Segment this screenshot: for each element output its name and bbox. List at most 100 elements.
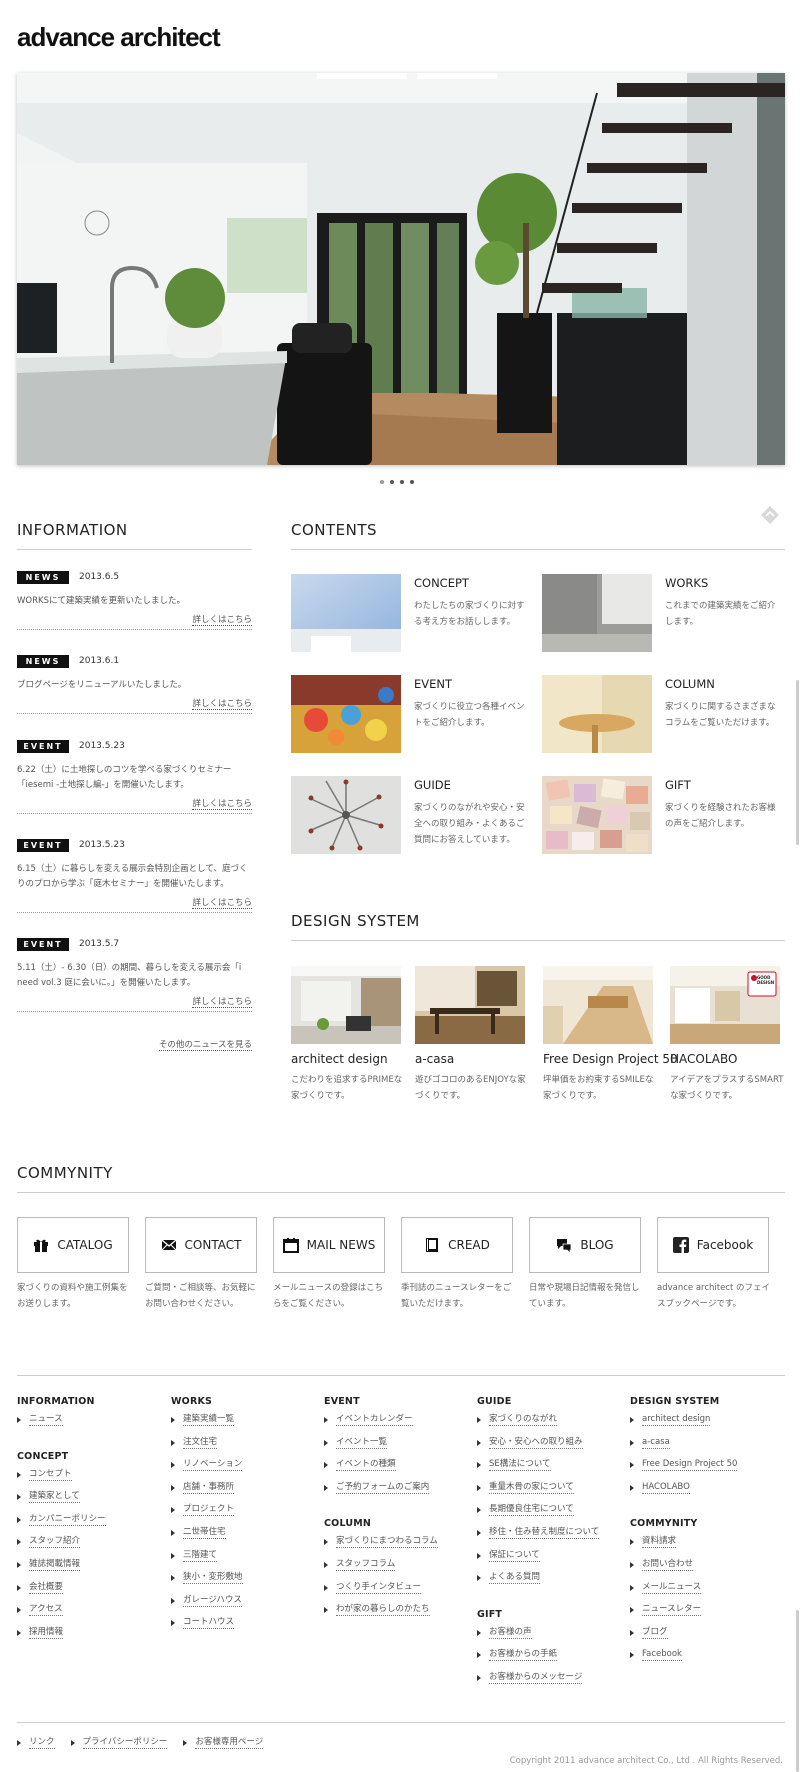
slider-dots[interactable]: [380, 480, 414, 484]
slider-dot[interactable]: [390, 480, 394, 484]
works-thumbnail[interactable]: [542, 574, 652, 652]
slider-dot[interactable]: [380, 480, 384, 484]
design-title[interactable]: architect design: [291, 1052, 388, 1066]
footer-link[interactable]: ニュースレター: [642, 1604, 702, 1617]
footer-link[interactable]: 安心・安心への取り組み: [489, 1437, 583, 1449]
footer-link[interactable]: コンセプト: [29, 1469, 72, 1481]
footer-link[interactable]: Free Design Project 50: [642, 1459, 738, 1472]
page-top-icon[interactable]: [760, 505, 780, 525]
footer-link[interactable]: 建築家として: [29, 1491, 80, 1504]
footer-bottom-link[interactable]: プライバシーポリシー: [82, 1737, 168, 1749]
footer-link[interactable]: Facebook: [642, 1649, 682, 1662]
footer-link[interactable]: 家づくりのながれ: [489, 1414, 558, 1426]
scrollbar-thumb[interactable]: [796, 1610, 799, 1772]
hacolabo-thumbnail[interactable]: GOOD DESIGN: [670, 966, 780, 1044]
footer-link[interactable]: メールニュース: [642, 1582, 702, 1594]
blog-button[interactable]: BLOG: [529, 1217, 641, 1273]
column-thumbnail[interactable]: [542, 675, 652, 753]
footer-bottom-link[interactable]: お客様専用ページ: [195, 1737, 264, 1749]
scrollbar-thumb[interactable]: [796, 680, 799, 845]
footer-link[interactable]: わが家の暮らしのかたち: [336, 1604, 430, 1617]
footer-link[interactable]: 重量木骨の家について: [489, 1482, 574, 1494]
concept-thumbnail[interactable]: [291, 574, 401, 652]
footer-link[interactable]: a-casa: [642, 1437, 670, 1449]
footer-heading[interactable]: EVENT: [324, 1396, 438, 1407]
footer-link[interactable]: リノベーション: [183, 1459, 243, 1472]
content-title-works[interactable]: WORKS: [665, 576, 708, 590]
footer-link[interactable]: ニュース: [29, 1414, 63, 1426]
footer-link[interactable]: ご予約フォームのご案内: [336, 1482, 430, 1494]
footer-link[interactable]: スタッフコラム: [336, 1559, 396, 1571]
footer-bottom-link[interactable]: リンク: [29, 1737, 55, 1749]
content-title-event[interactable]: EVENT: [414, 677, 452, 691]
hero-slider[interactable]: [17, 73, 785, 465]
news-more-link[interactable]: 詳しくはこちら: [192, 699, 252, 710]
footer-link[interactable]: HACOLABO: [642, 1482, 690, 1494]
content-title-gift[interactable]: GIFT: [665, 778, 691, 792]
footer-link[interactable]: 建築実績一覧: [183, 1414, 235, 1426]
footer-heading[interactable]: GUIDE: [477, 1396, 599, 1407]
footer-link[interactable]: 二世帯住宅: [183, 1527, 226, 1539]
footer-link[interactable]: SE構法について: [489, 1459, 551, 1472]
free-design-project-thumbnail[interactable]: [543, 966, 653, 1044]
mail-news-button[interactable]: MAIL NEWS: [273, 1217, 385, 1273]
design-title[interactable]: Free Design Project 50: [543, 1052, 678, 1066]
news-more-link[interactable]: 詳しくはこちら: [192, 799, 252, 810]
content-title-column[interactable]: COLUMN: [665, 677, 715, 691]
footer-link[interactable]: お客様の声: [489, 1627, 532, 1639]
news-more-link[interactable]: 詳しくはこちら: [192, 997, 252, 1008]
footer-link[interactable]: 注文住宅: [183, 1437, 218, 1449]
news-more-link[interactable]: 詳しくはこちら: [192, 615, 252, 626]
footer-link[interactable]: イベントの種類: [336, 1459, 396, 1472]
footer-link[interactable]: 店舗・事務所: [183, 1482, 235, 1494]
footer-link[interactable]: イベントカレンダー: [336, 1414, 413, 1426]
footer-link[interactable]: ガレージハウス: [183, 1595, 242, 1607]
catalog-button[interactable]: CATALOG: [17, 1217, 129, 1273]
footer-heading[interactable]: WORKS: [171, 1396, 243, 1407]
footer-link[interactable]: architect design: [642, 1414, 711, 1426]
footer-link[interactable]: アクセス: [29, 1604, 63, 1617]
footer-link[interactable]: 採用情報: [29, 1627, 64, 1639]
slider-dot[interactable]: [400, 480, 404, 484]
footer-link[interactable]: 移住・住み替え制度について: [489, 1527, 600, 1539]
footer-link[interactable]: 保証について: [489, 1550, 540, 1562]
footer-link[interactable]: 資料請求: [642, 1536, 677, 1549]
content-title-concept[interactable]: CONCEPT: [414, 576, 469, 590]
footer-link[interactable]: 雑誌掲載情報: [29, 1559, 81, 1571]
news-more-link[interactable]: 詳しくはこちら: [192, 898, 252, 909]
footer-link[interactable]: お問い合わせ: [642, 1559, 694, 1571]
footer-link[interactable]: コートハウス: [183, 1617, 235, 1630]
event-thumbnail[interactable]: [291, 675, 401, 753]
footer-link[interactable]: スタッフ紹介: [29, 1536, 81, 1549]
slider-dot[interactable]: [410, 480, 414, 484]
footer-link[interactable]: よくある質問: [489, 1572, 541, 1585]
footer-link[interactable]: つくり手インタビュー: [336, 1582, 422, 1594]
footer-link[interactable]: カンパニーポリシー: [29, 1514, 106, 1526]
footer-link[interactable]: 家づくりにまつわるコラム: [336, 1536, 438, 1549]
footer-link[interactable]: 三階建て: [183, 1550, 218, 1562]
contact-button[interactable]: CONTACT: [145, 1217, 257, 1273]
footer-heading[interactable]: DESIGN SYSTEM: [630, 1396, 737, 1407]
footer-link[interactable]: 会社概要: [29, 1582, 64, 1594]
more-news-link[interactable]: その他のニュースを見る: [158, 1040, 252, 1051]
footer-heading[interactable]: CONCEPT: [17, 1451, 106, 1462]
architect-design-thumbnail[interactable]: [291, 966, 401, 1044]
facebook-button[interactable]: Facebook: [657, 1217, 769, 1273]
footer-link[interactable]: 狭小・変形敷地: [183, 1572, 243, 1585]
footer-heading[interactable]: COLUMN: [324, 1518, 438, 1529]
footer-link[interactable]: お客様からのメッセージ: [489, 1672, 583, 1684]
footer-link[interactable]: 長期優良住宅について: [489, 1504, 574, 1517]
footer-link[interactable]: プロジェクト: [183, 1504, 235, 1517]
footer-heading[interactable]: COMMYNITY: [630, 1518, 737, 1529]
footer-heading[interactable]: GIFT: [477, 1609, 599, 1620]
guide-thumbnail[interactable]: [291, 776, 401, 854]
footer-link[interactable]: お客様からの手紙: [489, 1649, 558, 1662]
content-title-guide[interactable]: GUIDE: [414, 778, 451, 792]
gift-thumbnail[interactable]: [542, 776, 652, 854]
cread-button[interactable]: CREAD: [401, 1217, 513, 1273]
a-casa-thumbnail[interactable]: [415, 966, 525, 1044]
footer-heading[interactable]: INFORMATION: [17, 1396, 106, 1407]
design-title[interactable]: a-casa: [415, 1052, 454, 1066]
design-title[interactable]: HACOLABO: [670, 1052, 737, 1066]
footer-link[interactable]: イベント一覧: [336, 1437, 388, 1449]
